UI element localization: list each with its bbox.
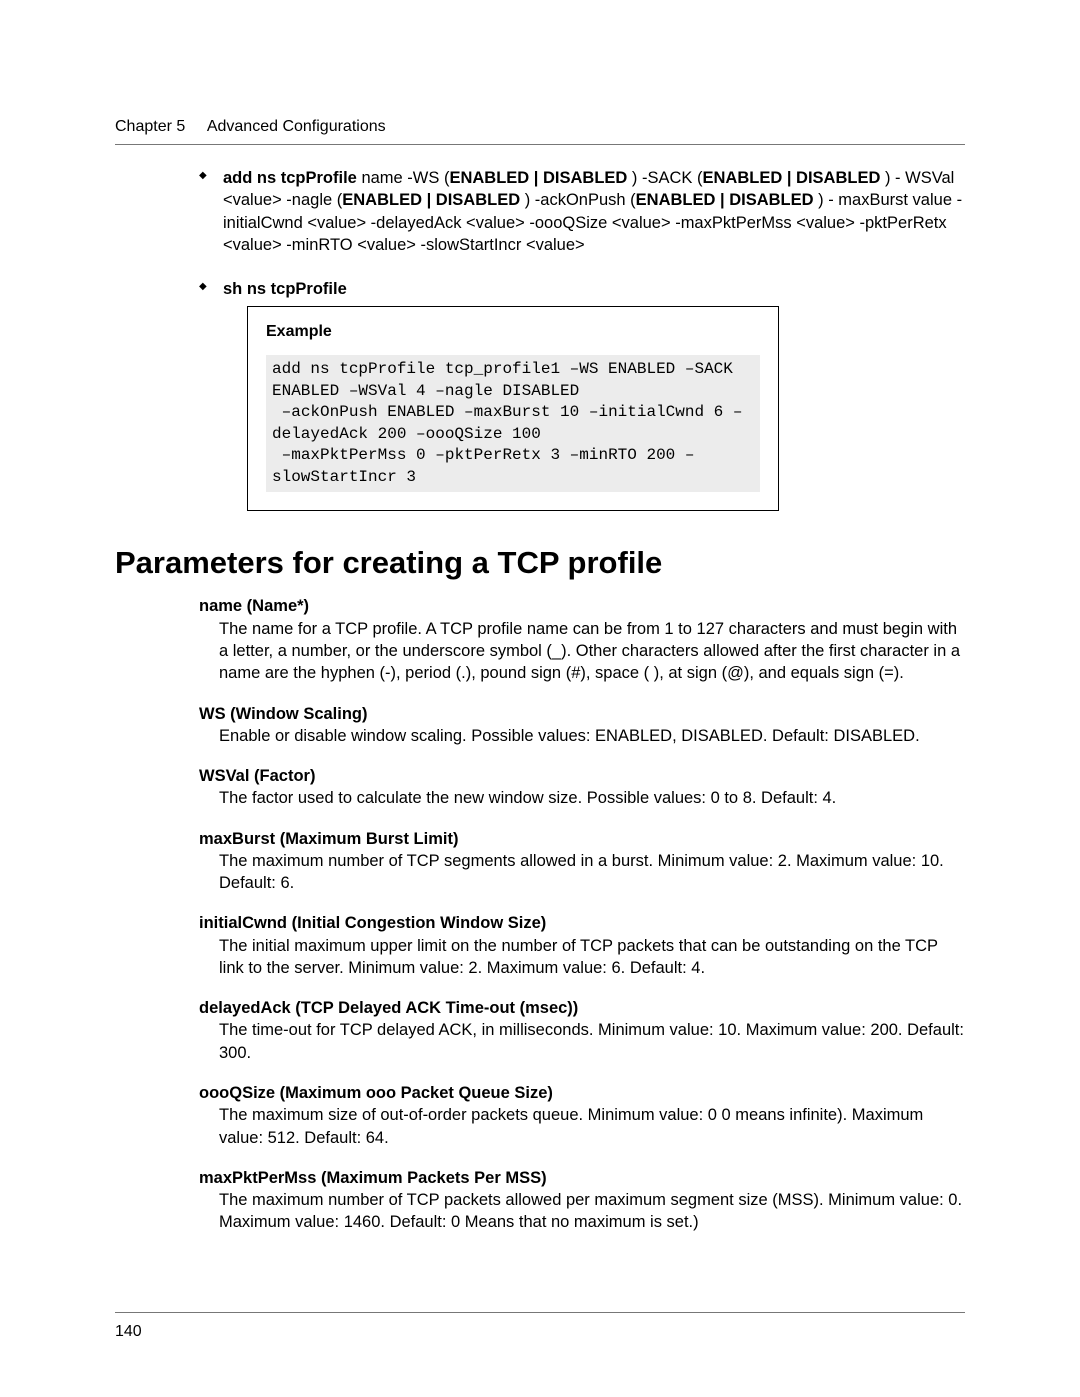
param-desc: The factor used to calculate the new win… — [219, 787, 965, 809]
param-desc: Enable or disable window scaling. Possib… — [219, 725, 965, 747]
param-title: name (Name*) — [199, 595, 965, 617]
chapter-label: Chapter 5 — [115, 118, 185, 135]
param-desc: The time-out for TCP delayed ACK, in mil… — [219, 1019, 965, 1064]
params-column: name (Name*) The name for a TCP profile.… — [199, 595, 965, 1233]
body-column: add ns tcpProfile name -WS (ENABLED | DI… — [199, 167, 965, 511]
param-desc: The name for a TCP profile. A TCP profil… — [219, 618, 965, 685]
param-title: maxPktPerMss (Maximum Packets Per MSS) — [199, 1167, 965, 1189]
param-title: initialCwnd (Initial Congestion Window S… — [199, 912, 965, 934]
param-desc: The maximum number of TCP packets allowe… — [219, 1189, 965, 1234]
param-desc: The maximum number of TCP segments allow… — [219, 850, 965, 895]
cmd-add: add ns tcpProfile — [223, 169, 357, 187]
page: Chapter 5 Advanced Configurations add ns… — [0, 0, 1080, 1397]
header-rule — [115, 144, 965, 145]
param-oooqsize: oooQSize (Maximum ooo Packet Queue Size)… — [199, 1082, 965, 1149]
param-title: WSVal (Factor) — [199, 765, 965, 787]
running-header: Chapter 5 Advanced Configurations — [115, 118, 965, 136]
bullet-item-add: add ns tcpProfile name -WS (ENABLED | DI… — [199, 167, 965, 256]
example-label: Example — [266, 321, 760, 343]
example-code: add ns tcpProfile tcp_profile1 –WS ENABL… — [266, 355, 760, 493]
bullet-list: add ns tcpProfile name -WS (ENABLED | DI… — [199, 167, 965, 511]
section-heading: Parameters for creating a TCP profile — [115, 545, 965, 581]
param-ws: WS (Window Scaling) Enable or disable wi… — [199, 703, 965, 748]
param-name: name (Name*) The name for a TCP profile.… — [199, 595, 965, 684]
param-delayedack: delayedAck (TCP Delayed ACK Time-out (ms… — [199, 997, 965, 1064]
param-desc: The maximum size of out-of-order packets… — [219, 1104, 965, 1149]
page-number: 140 — [115, 1323, 142, 1341]
param-title: WS (Window Scaling) — [199, 703, 965, 725]
param-initialcwnd: initialCwnd (Initial Congestion Window S… — [199, 912, 965, 979]
param-desc: The initial maximum upper limit on the n… — [219, 935, 965, 980]
bullet-item-sh: sh ns tcpProfile Example add ns tcpProfi… — [199, 278, 965, 511]
footer-rule — [115, 1312, 965, 1313]
param-title: oooQSize (Maximum ooo Packet Queue Size) — [199, 1082, 965, 1104]
param-title: delayedAck (TCP Delayed ACK Time-out (ms… — [199, 997, 965, 1019]
example-box: Example add ns tcpProfile tcp_profile1 –… — [247, 306, 779, 511]
param-maxburst: maxBurst (Maximum Burst Limit) The maxim… — [199, 828, 965, 895]
param-maxpktpermss: maxPktPerMss (Maximum Packets Per MSS) T… — [199, 1167, 965, 1234]
param-wsval: WSVal (Factor) The factor used to calcul… — [199, 765, 965, 810]
chapter-title: Advanced Configurations — [207, 118, 386, 135]
param-title: maxBurst (Maximum Burst Limit) — [199, 828, 965, 850]
cmd-sh: sh ns tcpProfile — [223, 280, 347, 298]
